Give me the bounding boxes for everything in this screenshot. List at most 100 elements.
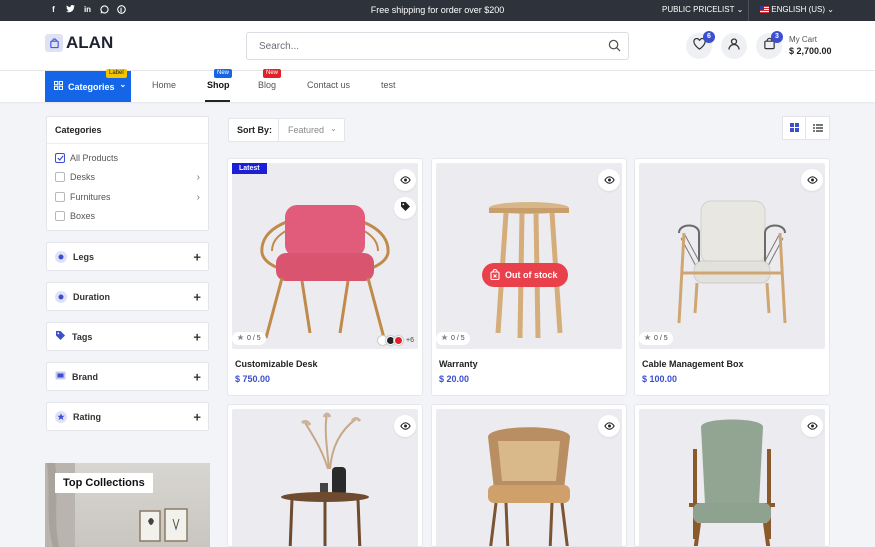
product-card[interactable] <box>634 404 830 547</box>
plus-icon[interactable]: + <box>193 289 201 304</box>
product-name[interactable]: Cable Management Box <box>642 359 744 369</box>
latest-badge: Latest <box>232 163 267 174</box>
category-boxes[interactable]: Boxes <box>55 211 95 221</box>
filter-rating[interactable]: Rating + <box>46 402 209 431</box>
rating-pill: 0 / 5 <box>232 332 266 345</box>
checkbox-checked[interactable] <box>55 153 65 163</box>
category-all-products[interactable]: All Products <box>55 153 118 163</box>
categories-label: Categories <box>68 81 115 92</box>
star-icon <box>441 334 448 343</box>
product-name[interactable]: Warranty <box>439 359 478 369</box>
nav-link-test[interactable]: test <box>381 80 396 90</box>
active-nav-indicator <box>205 100 230 102</box>
product-image-cane-chair[interactable] <box>436 409 622 546</box>
brand-icon <box>55 371 66 382</box>
product-illustration <box>281 412 369 546</box>
product-card[interactable] <box>227 404 423 547</box>
language-dropdown[interactable]: ENGLISH (US) ⌄ <box>760 5 834 14</box>
checkbox[interactable] <box>55 192 65 202</box>
view-toggle <box>782 116 830 140</box>
duration-icon <box>55 290 67 303</box>
us-flag-icon <box>760 5 771 14</box>
nav-link-shop[interactable]: Shop <box>207 80 230 90</box>
eye-icon <box>399 171 411 189</box>
eye-icon <box>806 171 818 189</box>
plus-icon[interactable]: + <box>193 329 201 344</box>
filter-tags[interactable]: Tags + <box>46 322 209 351</box>
brand-name: ALAN <box>66 33 114 52</box>
grid-icon <box>54 81 64 92</box>
product-name[interactable]: Customizable Desk <box>235 359 318 369</box>
cart-label: My Cart <box>789 35 817 44</box>
nav-link-home[interactable]: Home <box>152 80 176 90</box>
plus-icon[interactable]: + <box>193 369 201 384</box>
cart-count-badge: 3 <box>771 31 783 43</box>
product-price: $ 20.00 <box>439 374 470 384</box>
sort-label: Sort By: <box>237 125 273 135</box>
product-image-green-chair[interactable] <box>639 409 825 546</box>
compare-button[interactable] <box>394 197 416 219</box>
product-card[interactable]: 0 / 5 Cable Management Box $ 100.00 <box>634 158 830 396</box>
category-label: Boxes <box>70 211 96 221</box>
quick-view-button[interactable] <box>598 415 620 437</box>
category-label: Furnitures <box>70 192 111 202</box>
product-card[interactable]: Latest 0 / 5 +6 Customizable Desk $ 750.… <box>227 158 423 396</box>
product-illustration <box>677 200 787 324</box>
nav-link-blog[interactable]: Blog <box>258 80 276 90</box>
quick-view-button[interactable] <box>801 415 823 437</box>
checkbox[interactable] <box>55 211 65 221</box>
checkbox[interactable] <box>55 172 65 182</box>
product-image-plant-table[interactable] <box>232 409 418 546</box>
swatch-red[interactable] <box>394 336 404 345</box>
logo[interactable]: ALAN <box>45 33 113 53</box>
plus-icon[interactable]: + <box>193 249 201 264</box>
sort-dropdown[interactable]: Sort By: Featured ⌄ <box>228 118 345 142</box>
quick-view-button[interactable] <box>598 169 620 191</box>
divider <box>47 143 208 144</box>
product-image-armchair[interactable] <box>232 163 418 349</box>
eye-icon <box>806 417 818 435</box>
blog-new-tag: New <box>263 69 282 78</box>
rating-value: 0 / 5 <box>451 335 465 342</box>
search-input[interactable] <box>247 33 577 59</box>
chevron-right-icon[interactable]: › <box>197 172 200 183</box>
promo-text: Free shipping for order over $200 <box>370 5 505 15</box>
category-desks[interactable]: Desks <box>55 172 95 182</box>
plus-icon[interactable]: + <box>193 409 201 424</box>
categories-title: Categories <box>55 125 102 135</box>
product-price: $ 100.00 <box>642 374 678 384</box>
product-card[interactable] <box>431 404 627 547</box>
nav-link-contact[interactable]: Contact us <box>307 80 350 90</box>
grid-view-button[interactable] <box>783 117 807 139</box>
product-image-lounge-chair[interactable] <box>639 163 825 349</box>
sort-value: Featured <box>288 125 325 135</box>
product-image-side-table[interactable] <box>436 163 622 349</box>
quick-view-button[interactable] <box>394 415 416 437</box>
star-icon <box>237 334 244 343</box>
filter-label: Tags <box>72 331 93 342</box>
category-furnitures[interactable]: Furnitures <box>55 192 111 202</box>
star-icon <box>55 410 67 423</box>
list-view-button[interactable] <box>806 117 829 139</box>
pricelist-dropdown[interactable]: PUBLIC PRICELIST ⌄ <box>662 5 743 14</box>
rating-value: 0 / 5 <box>654 335 668 342</box>
chevron-right-icon[interactable]: › <box>197 192 200 203</box>
category-label: All Products <box>70 153 119 163</box>
account-button[interactable] <box>721 33 747 59</box>
wishlist-count-badge: 6 <box>703 31 715 43</box>
search-icon[interactable] <box>608 39 621 57</box>
cart-total: $ 2,700.00 <box>789 46 832 56</box>
filter-label: Duration <box>73 291 110 302</box>
product-card[interactable]: Out of stock 0 / 5 Warranty $ 20.00 <box>431 158 627 396</box>
filter-legs[interactable]: Legs + <box>46 242 209 271</box>
quick-view-button[interactable] <box>394 169 416 191</box>
quick-view-button[interactable] <box>801 169 823 191</box>
chevron-down-icon: ⌄ <box>330 123 337 133</box>
filter-brand[interactable]: Brand + <box>46 362 209 391</box>
language-label: ENGLISH (US) <box>771 5 826 14</box>
eye-icon <box>399 417 411 435</box>
top-collections-banner[interactable]: Top Collections <box>45 463 210 547</box>
product-illustration <box>260 205 390 339</box>
filter-duration[interactable]: Duration + <box>46 282 209 311</box>
eye-icon <box>603 417 615 435</box>
